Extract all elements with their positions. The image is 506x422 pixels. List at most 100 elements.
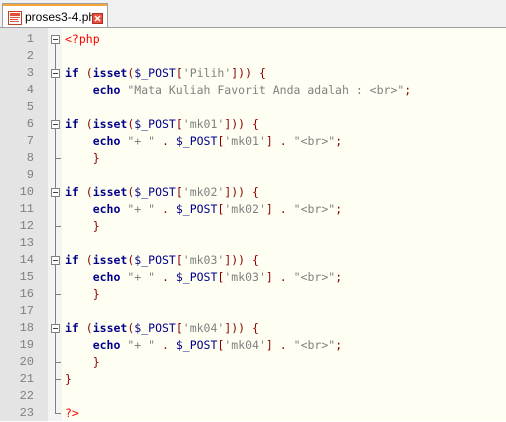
code-line: 15 echo "+ " . $_POST['mk03'] . "<br>";	[0, 269, 506, 286]
code-token: ;	[335, 338, 343, 352]
code-token: $_POST	[175, 134, 218, 148]
active-tab-indicator	[3, 4, 107, 6]
code-token: {	[252, 321, 259, 335]
code-token: ;	[335, 202, 343, 216]
code-token: }	[92, 219, 100, 233]
code-text: if (isset($_POST['mk02'])) {	[65, 184, 259, 201]
code-token: 'mk04'	[182, 321, 225, 335]
code-token: {	[258, 66, 266, 80]
code-token: }	[92, 355, 100, 369]
code-token: 'mk01'	[224, 134, 266, 148]
code-line: 23 ?>	[0, 405, 506, 422]
code-token: [	[175, 117, 183, 131]
code-token: ]	[265, 338, 273, 352]
code-text: }	[65, 371, 72, 388]
code-token: ]	[265, 202, 273, 216]
code-token: ]))	[224, 253, 246, 267]
code-line: 17	[0, 303, 506, 320]
code-token: "<br>"	[293, 270, 336, 284]
line-number: 23	[19, 406, 34, 420]
code-text: ?>	[65, 405, 79, 422]
tab-bar: proses3-4.php	[0, 0, 506, 28]
code-text: if (isset($_POST['mk04'])) {	[65, 320, 259, 337]
code-token: echo	[92, 270, 121, 284]
code-text: if (isset($_POST['mk01'])) {	[65, 116, 259, 133]
code-token: .	[279, 338, 287, 352]
code-text: if (isset($_POST['Pilih'])) {	[65, 65, 266, 82]
code-line: 1 <?php	[0, 31, 506, 48]
code-token: ]))	[224, 117, 246, 131]
code-token: [	[175, 185, 183, 199]
code-token: 'mk03'	[224, 270, 266, 284]
code-token: "<br>"	[293, 134, 336, 148]
tab-file-name: proses3-4.php	[25, 10, 102, 24]
line-number: 7	[26, 134, 34, 148]
code-token: (	[85, 66, 93, 80]
file-tab[interactable]: proses3-4.php	[2, 3, 108, 28]
code-token: [	[175, 253, 183, 267]
code-line: 7 echo "+ " . $_POST['mk01'] . "<br>";	[0, 133, 506, 150]
code-token: isset	[92, 185, 128, 199]
code-token: echo	[92, 202, 121, 216]
code-line: 12 }	[0, 218, 506, 235]
line-number: 13	[19, 236, 34, 250]
code-text: echo "+ " . $_POST['mk02'] . "<br>";	[65, 201, 342, 218]
code-token: if	[65, 321, 79, 335]
code-editor[interactable]: 1 <?php 2 3 if (isset($_POST['Pilih'])) {4 e…	[0, 28, 506, 421]
code-token: if	[65, 185, 79, 199]
line-number: 9	[26, 168, 34, 182]
code-text: }	[65, 354, 100, 371]
code-line: 14 if (isset($_POST['mk03'])) {	[0, 252, 506, 269]
line-number: 21	[19, 372, 34, 386]
code-token: 'mk01'	[182, 117, 225, 131]
code-token: ]))	[224, 185, 246, 199]
code-token: .	[279, 134, 287, 148]
code-token: "Mata Kuliah Favorit Anda adalah : <br>"	[127, 83, 405, 97]
line-number: 12	[19, 219, 34, 233]
code-line: 5	[0, 99, 506, 116]
code-token: 'mk03'	[182, 253, 225, 267]
code-token: $_POST	[175, 338, 218, 352]
code-token: .	[161, 338, 169, 352]
code-token: }	[65, 372, 72, 386]
code-token: if	[65, 253, 79, 267]
code-line: 10 if (isset($_POST['mk02'])) {	[0, 184, 506, 201]
line-number: 1	[26, 32, 34, 46]
code-token: $_POST	[175, 202, 218, 216]
code-token: "+ "	[127, 338, 156, 352]
code-text: }	[65, 150, 100, 167]
code-token: isset	[92, 321, 128, 335]
code-token: [	[175, 66, 183, 80]
line-number: 10	[19, 185, 34, 199]
line-number: 22	[19, 389, 34, 403]
line-number: 11	[19, 202, 34, 216]
code-token: ]))	[224, 321, 246, 335]
code-token: "+ "	[127, 202, 156, 216]
code-token: ?>	[65, 406, 79, 420]
code-line: 19 echo "+ " . $_POST['mk04'] . "<br>";	[0, 337, 506, 354]
code-text: }	[65, 286, 100, 303]
code-token: "<br>"	[293, 202, 336, 216]
line-number: 14	[19, 253, 34, 267]
code-token: "+ "	[127, 134, 156, 148]
code-text: echo "Mata Kuliah Favorit Anda adalah : …	[65, 82, 412, 99]
line-number: 16	[19, 287, 34, 301]
code-text: if (isset($_POST['mk03'])) {	[65, 252, 259, 269]
